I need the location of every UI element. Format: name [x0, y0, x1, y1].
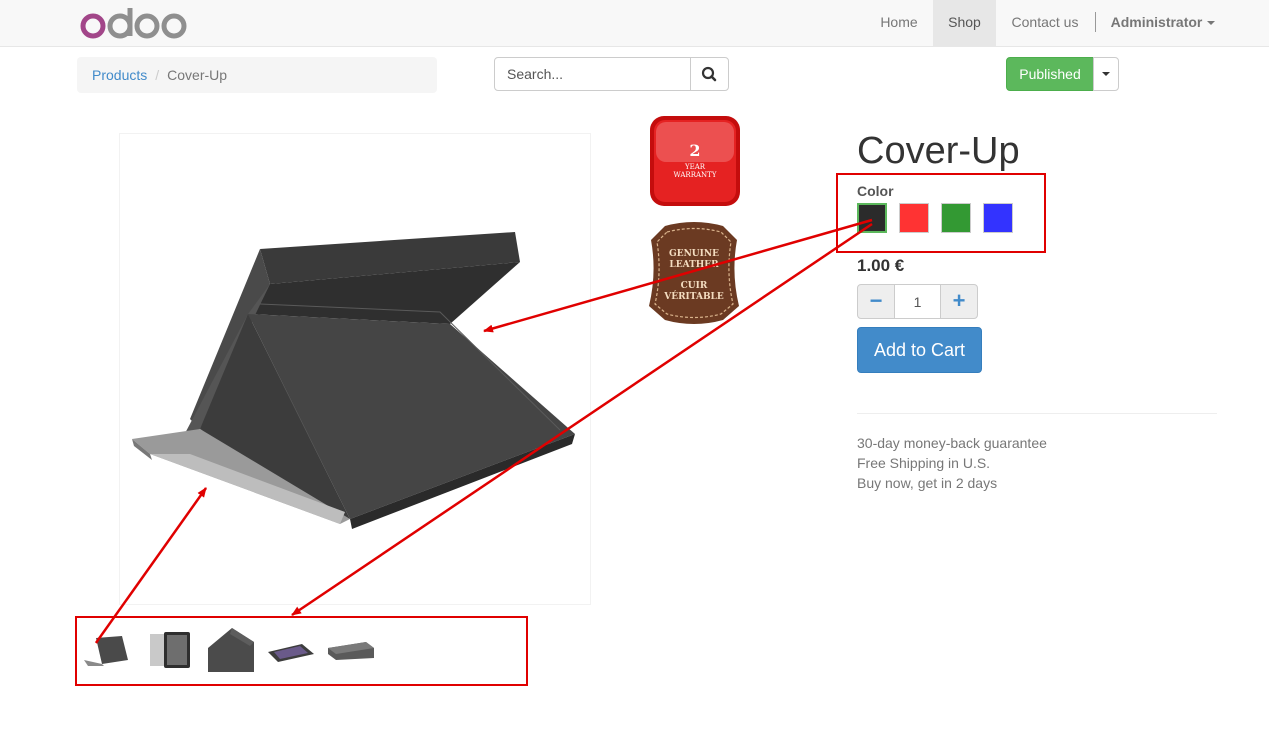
svg-text:GENUINE: GENUINE	[669, 249, 719, 259]
genuine-leather-badge-icon: GENUINE LEATHER CUIR VÉRITABLE	[649, 222, 739, 324]
product-title: Cover-Up	[857, 130, 1020, 172]
thumbnail-cover-closed[interactable]	[206, 626, 256, 674]
thumbnail-cover-side[interactable]	[326, 626, 376, 674]
user-menu[interactable]: Administrator	[1102, 0, 1224, 46]
nav-separator	[1095, 12, 1096, 32]
thumbnail-tablet-front[interactable]	[146, 626, 196, 674]
color-highlight-box	[836, 173, 1046, 253]
warranty-badge-icon: 2 YEAR WARRANTY	[650, 116, 740, 206]
search-button[interactable]	[690, 57, 729, 91]
svg-text:2: 2	[689, 141, 700, 160]
nav-contact-us[interactable]: Contact us	[1000, 0, 1090, 46]
svg-text:WARRANTY: WARRANTY	[674, 171, 717, 179]
breadcrumb: Products / Cover-Up	[77, 57, 437, 93]
user-name: Administrator	[1110, 14, 1203, 30]
svg-text:CUIR: CUIR	[681, 281, 708, 291]
product-price: 1.00 €	[857, 256, 905, 275]
chevron-down-icon	[1207, 21, 1216, 26]
benefit-money-back: 30-day money-back guarantee	[857, 435, 1047, 451]
quantity-input[interactable]	[894, 284, 941, 319]
search-input[interactable]	[494, 57, 691, 91]
add-to-cart-button[interactable]: Add to Cart	[857, 327, 982, 373]
product-main-image	[119, 133, 591, 605]
quantity-decrease-button[interactable]: −	[857, 284, 895, 319]
breadcrumb-separator: /	[155, 67, 160, 83]
details-divider	[857, 413, 1217, 414]
tablet-cover-image	[132, 232, 575, 529]
svg-text:LEATHER: LEATHER	[669, 260, 719, 270]
nav-shop[interactable]: Shop	[933, 0, 996, 46]
breadcrumb-current: Cover-Up	[167, 67, 228, 83]
svg-text:YEAR: YEAR	[684, 163, 706, 171]
search-icon	[701, 66, 717, 82]
svg-text:VÉRITABLE: VÉRITABLE	[663, 290, 724, 302]
top-navbar: Home Shop Contact us Administrator	[0, 0, 1269, 47]
benefit-fast-delivery: Buy now, get in 2 days	[857, 475, 998, 491]
publish-dropdown-toggle[interactable]	[1093, 57, 1119, 91]
published-button[interactable]: Published	[1006, 57, 1094, 91]
quantity-increase-button[interactable]: +	[940, 284, 978, 319]
benefit-free-shipping: Free Shipping in U.S.	[857, 455, 991, 471]
thumbnail-tablet-flat[interactable]	[266, 626, 316, 674]
thumbnail-tablet-stand[interactable]	[82, 626, 132, 674]
odoo-logo[interactable]	[80, 4, 190, 40]
nav-home[interactable]: Home	[868, 0, 930, 46]
breadcrumb-products-link[interactable]: Products	[92, 67, 147, 83]
chevron-down-icon	[1102, 72, 1110, 76]
